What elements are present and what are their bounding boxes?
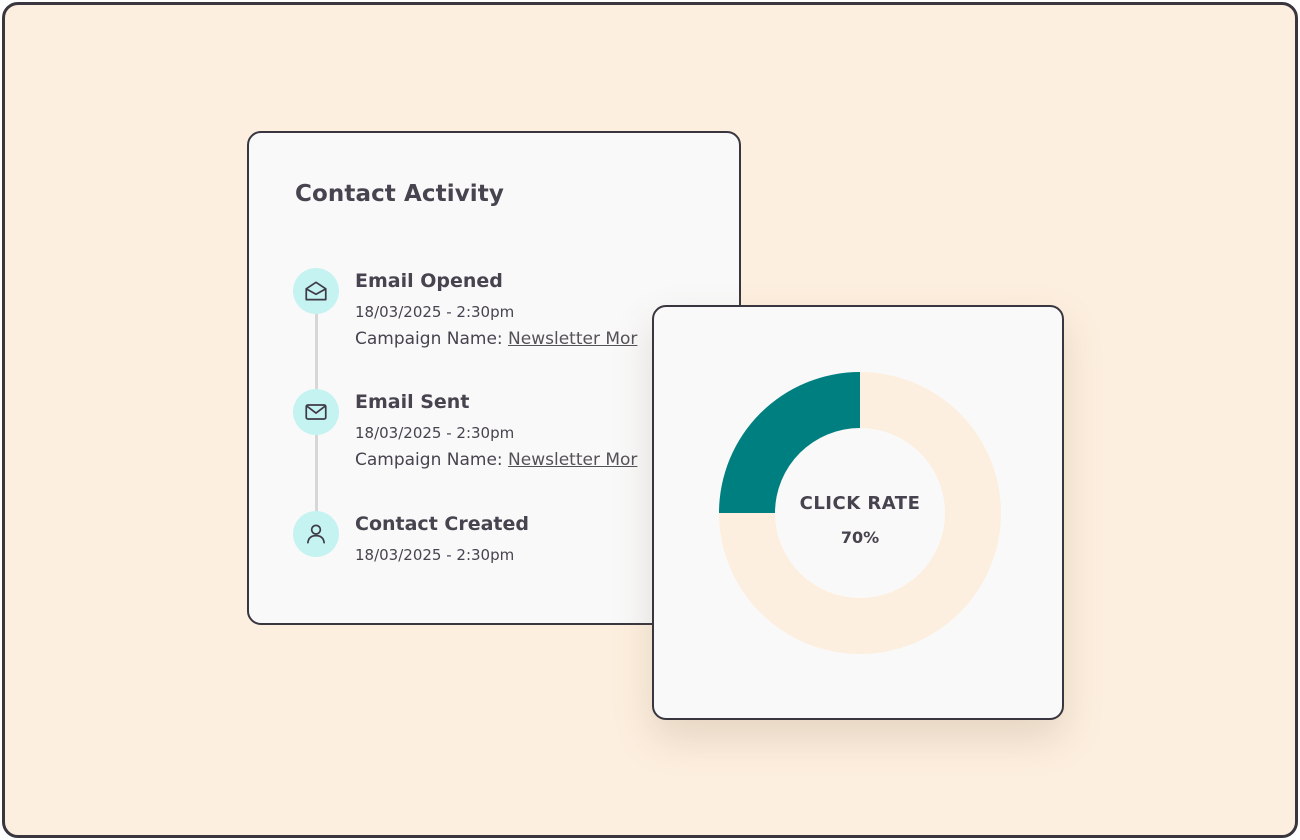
campaign-link[interactable]: Newsletter Mor [508,329,637,349]
item-timestamp: 18/03/2025 - 2:30pm [355,303,515,321]
item-title: Email Opened [355,270,503,292]
user-icon [293,511,339,557]
envelope-open-icon [293,268,339,314]
chart-center-label: CLICK RATE [799,493,921,514]
canvas-frame: Contact Activity Email Opened 18/03/2025… [2,2,1298,838]
item-title: Email Sent [355,391,470,413]
campaign-link[interactable]: Newsletter Mor [508,450,637,470]
item-title: Contact Created [355,513,529,535]
campaign-label: Campaign Name: [355,450,503,470]
click-rate-donut-chart [719,372,1001,654]
card-title: Contact Activity [295,181,504,207]
envelope-icon [293,389,339,435]
click-rate-card: CLICK RATE 70% [652,305,1064,720]
chart-center-value: 70% [840,528,880,547]
item-campaign: Campaign Name: Newsletter Mor [355,329,637,349]
item-timestamp: 18/03/2025 - 2:30pm [355,546,515,564]
campaign-label: Campaign Name: [355,329,503,349]
donut-slice-1 [719,372,860,513]
item-timestamp: 18/03/2025 - 2:30pm [355,424,515,442]
item-campaign: Campaign Name: Newsletter Mor [355,450,637,470]
